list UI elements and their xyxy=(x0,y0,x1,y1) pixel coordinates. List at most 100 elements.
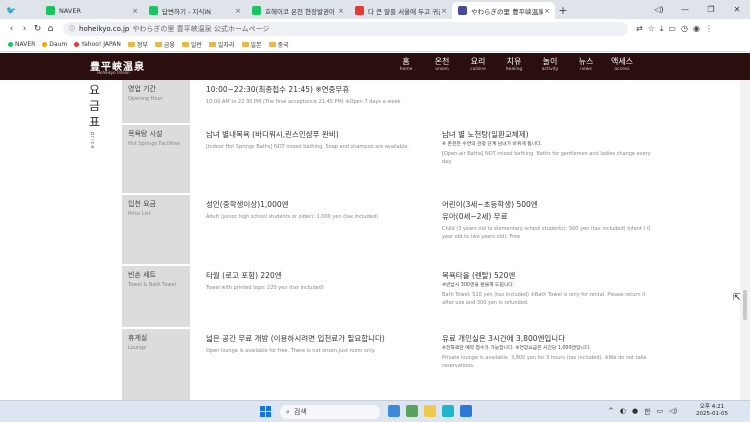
system-tray: ^ ◐ ● 한 ▭ ◁) xyxy=(608,407,677,417)
bookmark-label: NAVER xyxy=(15,41,36,48)
history-icon[interactable]: ◷ xyxy=(681,24,688,34)
browser-tab-hoheikyo[interactable]: やわらぎの里 豊平峡温泉 公式× xyxy=(452,2,555,19)
close-icon[interactable]: × xyxy=(441,7,447,15)
app-icon[interactable] xyxy=(406,405,418,417)
address-bar-row: ‹ › ↻ ⌂ ⓘ hoheikyo.co.jp やわらぎの里 豊平峡温泉 公式… xyxy=(0,19,750,38)
home-icon[interactable]: ⌂ xyxy=(44,24,57,34)
bookmark-label: Yahoo! JAPAN xyxy=(81,41,121,48)
toolbar-icons: ⇄ ☆ ⤓ ▭ ◷ ◉ ⋮ xyxy=(636,24,713,34)
row-cell: 넓은 공간 무료 개방 (이용하시려면 입천료가 필요합니다) Open loun… xyxy=(206,334,385,354)
url-field[interactable]: ⓘ hoheikyo.co.jp やわらぎの里 豊平峡温泉 公式ホームページ xyxy=(63,21,628,36)
taskbar-clock[interactable]: 오후 4:21 2025-01-05 xyxy=(696,404,728,418)
back-tab-icon: 🐦 xyxy=(6,6,16,15)
back-icon[interactable]: ‹ xyxy=(5,24,18,34)
download-icon[interactable]: ⤓ xyxy=(660,24,664,34)
profile-icon[interactable]: ◉ xyxy=(693,24,700,34)
price-table: 영업 기간 Opening Hour 10:00~22:30(최종접수 21:45… xyxy=(122,80,750,400)
bookmark-folder[interactable]: 일반 xyxy=(181,40,202,49)
scrollbar-thumb[interactable] xyxy=(743,290,747,320)
clock-date: 2025-01-05 xyxy=(696,411,728,417)
clock-time: 오후 4:21 xyxy=(699,404,725,410)
bookmark-icon[interactable]: ☆ xyxy=(648,24,655,34)
nav-cuisine[interactable]: 요리 cuisine xyxy=(460,56,496,72)
new-tab-button[interactable]: + xyxy=(555,2,571,19)
taskbar-search[interactable]: ⌕ 검색 xyxy=(280,405,380,419)
table-row: 영업 기간 Opening Hour 10:00~22:30(최종접수 21:45… xyxy=(122,80,750,124)
browser-tab-kin[interactable]: 답변하기 - 지식iN × xyxy=(143,2,246,19)
browser-tab-youtube[interactable]: 다 큰 딸들 서울에 두고 귀촌한× xyxy=(349,2,452,19)
tab-label: 다 큰 딸들 서울에 두고 귀촌한 xyxy=(368,7,440,16)
bookmark-folder[interactable]: 정부 xyxy=(127,40,148,49)
folder-icon xyxy=(268,42,276,47)
bookmark-label: 금융 xyxy=(163,42,175,49)
security-icon[interactable]: ● xyxy=(632,407,638,417)
row-cell: 어린이(3세~초등학생) 500엔 유아(0세~2세) 무료 Child (3 ye… xyxy=(442,200,651,240)
forward-icon[interactable]: › xyxy=(18,24,31,34)
nav-onsen[interactable]: 온천 onsen xyxy=(424,56,460,72)
media-icon[interactable]: ◁) xyxy=(646,5,672,14)
translate-icon[interactable]: ⇄ xyxy=(636,24,643,34)
bookmark-folder[interactable]: 중국 xyxy=(268,40,289,49)
naver-icon xyxy=(149,6,158,15)
bookmarks-bar: NAVER Daum Yahoo! JAPAN 정부 금융 일반 일자리 일본 … xyxy=(0,38,750,52)
volume-icon[interactable]: ◁) xyxy=(669,407,677,417)
store-icon[interactable] xyxy=(460,405,472,417)
search-icon: ⌕ xyxy=(286,407,290,416)
browser-icon[interactable] xyxy=(442,405,454,417)
restore-button[interactable]: ❐ xyxy=(698,5,724,14)
browser-tab-strip: 🐦 NAVER× 답변하기 - 지식iN× 호헤이코 온천 현장발권이 가능× … xyxy=(0,0,750,19)
close-window-button[interactable]: ✕ xyxy=(724,5,750,14)
folder-icon xyxy=(127,42,135,47)
wordpress-icon xyxy=(458,6,467,15)
nav-news[interactable]: 뉴스 news xyxy=(568,56,604,72)
file-explorer-icon[interactable] xyxy=(424,405,436,417)
nav-home[interactable]: 홈 home xyxy=(388,56,424,72)
close-icon[interactable]: × xyxy=(235,7,241,15)
row-cell: 10:00~22:30(최종접수 21:45) ※연중무휴 10:00 AM to… xyxy=(206,85,401,105)
ime-indicator[interactable]: 한 xyxy=(644,407,650,417)
row-label: 영업 기간 Opening Hour xyxy=(122,80,190,123)
bookmark-yahoo[interactable]: Yahoo! JAPAN xyxy=(74,41,121,48)
chevron-up-icon[interactable]: ^ xyxy=(608,407,614,417)
row-cell: 남녀 별내목욕 (바디워시,린스인샴푸 완비) [Indoor Hot Sprin… xyxy=(206,130,409,150)
menu-icon[interactable]: ⋮ xyxy=(705,24,713,34)
site-header: 豊平峡温泉 Hoheikyo Onsen 홈 home 온천 onsen 요리 cui… xyxy=(0,53,750,80)
row-label: 목욕탕 시설 Hot Springs Facilities xyxy=(122,125,190,193)
windows-taskbar: ⌕ 검색 ^ ◐ ● 한 ▭ ◁) 오후 4:21 2025-01-05 xyxy=(0,400,750,422)
url-title: やわらぎの里 豊平峡温泉 公式ホームページ xyxy=(132,24,270,33)
windows-start-icon[interactable] xyxy=(260,406,272,418)
app-icon[interactable] xyxy=(388,405,400,417)
reload-icon[interactable]: ↻ xyxy=(31,24,44,34)
nav-healing[interactable]: 치유 healing xyxy=(496,56,532,72)
row-label: 휴게실 Lounge xyxy=(122,329,190,400)
row-cell: 성인(중학생이상)1,000엔 Adult (junior high school… xyxy=(206,200,378,220)
close-icon[interactable]: × xyxy=(544,7,550,15)
bookmark-daum[interactable]: Daum xyxy=(42,41,67,48)
bookmark-label: 일자리 xyxy=(217,42,235,49)
close-icon[interactable]: × xyxy=(338,7,344,15)
table-row: 휴게실 Lounge 넓은 공간 무료 개방 (이용하시려면 입천료가 필요합니다… xyxy=(122,329,750,400)
nav-activity[interactable]: 놀이 activity xyxy=(532,56,568,72)
yahoo-icon xyxy=(74,42,80,47)
bookmark-folder[interactable]: 일자리 xyxy=(208,40,235,49)
page-scrollbar[interactable] xyxy=(740,80,750,400)
nav-access[interactable]: 액세스 access xyxy=(604,56,640,72)
site-info-icon[interactable]: ⓘ xyxy=(69,24,75,33)
browser-tab[interactable]: 🐦 xyxy=(0,2,40,19)
bookmark-naver[interactable]: NAVER xyxy=(8,41,35,48)
tab-groups-icon[interactable]: ▭ xyxy=(668,24,676,34)
bookmark-folder[interactable]: 일본 xyxy=(241,40,262,49)
row-cell: 목욕타올 (렌탈) 520엔 ※반납시 300엔을 환불해 드립니다. Bath T… xyxy=(442,271,646,306)
browser-tab-ticket[interactable]: 호헤이코 온천 현장발권이 가능× xyxy=(246,2,349,19)
folder-icon xyxy=(154,42,162,47)
close-icon[interactable]: × xyxy=(132,7,138,15)
table-row: 입천 요금 Price List 성인(중학생이상)1,000엔 Adult (ju… xyxy=(122,195,750,265)
naver-icon xyxy=(46,6,55,15)
browser-tab-naver[interactable]: NAVER × xyxy=(40,2,143,19)
row-cell: 유료 개인실은 3시간에 3,800엔입니다 ※전화로만 예약 접수가 가능합니다… xyxy=(442,334,647,369)
bookmark-folder[interactable]: 금융 xyxy=(154,40,175,49)
minimize-button[interactable]: — xyxy=(672,5,698,14)
tab-label: 호헤이코 온천 현장발권이 가능 xyxy=(265,7,337,16)
display-icon[interactable]: ▭ xyxy=(657,407,664,417)
network-icon[interactable]: ◐ xyxy=(620,407,626,417)
